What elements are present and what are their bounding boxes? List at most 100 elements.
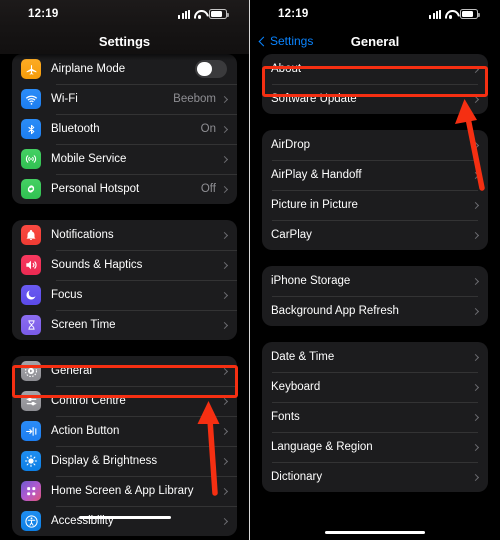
settings-row-label: General — [51, 365, 92, 377]
cellular-bars-icon — [178, 9, 190, 19]
chevron-right-icon — [220, 367, 229, 375]
chevron-right-icon — [220, 427, 229, 435]
settings-row-label: Bluetooth — [51, 123, 100, 135]
general-row-label: iPhone Storage — [271, 275, 351, 287]
general-row-date-time[interactable]: Date & Time — [262, 342, 488, 372]
settings-row-accessibility[interactable]: Accessibility — [12, 506, 237, 536]
general-row-software-update[interactable]: Software Update — [262, 84, 488, 114]
airplane-mode-toggle[interactable] — [195, 60, 227, 78]
settings-row-value: Off — [200, 183, 216, 195]
chevron-right-icon — [220, 291, 229, 299]
back-button-label: Settings — [270, 34, 314, 48]
settings-row-action-button[interactable]: Action Button — [12, 416, 237, 446]
settings-group-notifications: Notifications Sounds & Haptics Focus Scr… — [12, 220, 237, 340]
back-button-settings[interactable]: Settings — [258, 34, 314, 48]
settings-group-system: General Control Centre Action Button Dis… — [12, 356, 237, 536]
mobile-service-icon — [21, 149, 41, 169]
general-row-label: Keyboard — [271, 381, 321, 393]
settings-row-label: Home Screen & App Library — [51, 485, 194, 497]
general-row-iphone-storage[interactable]: iPhone Storage — [262, 266, 488, 296]
general-row-fonts[interactable]: Fonts — [262, 402, 488, 432]
settings-row-general[interactable]: General — [12, 356, 237, 386]
general-row-carplay[interactable]: CarPlay — [262, 220, 488, 250]
chevron-right-icon — [471, 95, 480, 103]
settings-row-screen-time[interactable]: Screen Time — [12, 310, 237, 340]
bluetooth-icon — [21, 119, 41, 139]
settings-row-value: Beebom — [173, 93, 216, 105]
chevron-right-icon — [471, 307, 480, 315]
general-group-localization: Date & Time Keyboard Fonts Language & Re… — [262, 342, 488, 492]
cellular-bars-icon — [429, 9, 441, 19]
status-bar-indicators — [178, 9, 229, 19]
wifi-icon — [445, 10, 456, 19]
chevron-right-icon — [471, 277, 480, 285]
general-group-storage: iPhone Storage Background App Refresh — [262, 266, 488, 326]
chevron-right-icon — [471, 473, 480, 481]
chevron-right-icon — [471, 413, 480, 421]
settings-row-home-screen[interactable]: Home Screen & App Library — [12, 476, 237, 506]
status-bar-left: 12:19 — [0, 0, 249, 28]
accessibility-icon — [21, 511, 41, 531]
general-row-label: Background App Refresh — [271, 305, 399, 317]
general-row-label: Date & Time — [271, 351, 335, 363]
settings-group-connectivity: Airplane Mode Wi-Fi Beebom Bluetooth On … — [12, 54, 237, 204]
chevron-right-icon — [471, 231, 480, 239]
settings-row-focus[interactable]: Focus — [12, 280, 237, 310]
display-brightness-icon — [21, 451, 41, 471]
general-row-keyboard[interactable]: Keyboard — [262, 372, 488, 402]
general-row-label: Dictionary — [271, 471, 323, 483]
settings-row-control-centre[interactable]: Control Centre — [12, 386, 237, 416]
battery-icon — [209, 9, 229, 19]
general-row-language-region[interactable]: Language & Region — [262, 432, 488, 462]
settings-row-label: Focus — [51, 289, 83, 301]
general-list: About Software Update AirDrop AirPlay & … — [250, 54, 500, 492]
general-row-label: About — [271, 63, 302, 75]
settings-row-notifications[interactable]: Notifications — [12, 220, 237, 250]
general-row-label: Fonts — [271, 411, 300, 423]
chevron-right-icon — [471, 201, 480, 209]
chevron-right-icon — [220, 125, 229, 133]
general-row-picture-in-picture[interactable]: Picture in Picture — [262, 190, 488, 220]
general-row-about[interactable]: About — [262, 54, 488, 84]
general-row-background-app-refresh[interactable]: Background App Refresh — [262, 296, 488, 326]
general-row-label: AirDrop — [271, 139, 310, 151]
settings-list: Airplane Mode Wi-Fi Beebom Bluetooth On … — [0, 54, 249, 536]
general-row-label: Picture in Picture — [271, 199, 358, 211]
settings-row-wifi[interactable]: Wi-Fi Beebom — [12, 84, 237, 114]
status-bar-time: 12:19 — [278, 8, 309, 20]
settings-row-airplane-mode[interactable]: Airplane Mode — [12, 54, 237, 84]
settings-row-label: Airplane Mode — [51, 63, 126, 75]
status-bar-indicators — [429, 9, 480, 19]
action-button-icon — [21, 421, 41, 441]
wifi-icon — [21, 89, 41, 109]
chevron-right-icon — [471, 383, 480, 391]
personal-hotspot-icon — [21, 179, 41, 199]
general-row-label: CarPlay — [271, 229, 312, 241]
settings-row-value: On — [200, 123, 216, 135]
chevron-right-icon — [220, 517, 229, 525]
settings-row-label: Personal Hotspot — [51, 183, 140, 195]
nav-bar-right: Settings General — [250, 28, 500, 54]
settings-row-display-brightness[interactable]: Display & Brightness — [12, 446, 237, 476]
general-row-dictionary[interactable]: Dictionary — [262, 462, 488, 492]
chevron-right-icon — [220, 261, 229, 269]
settings-row-mobile-service[interactable]: Mobile Service — [12, 144, 237, 174]
settings-row-label: Notifications — [51, 229, 114, 241]
settings-row-sounds-haptics[interactable]: Sounds & Haptics — [12, 250, 237, 280]
chevron-right-icon — [471, 443, 480, 451]
general-row-label: Language & Region — [271, 441, 373, 453]
wifi-icon — [194, 10, 205, 19]
settings-row-personal-hotspot[interactable]: Personal Hotspot Off — [12, 174, 237, 204]
chevron-left-icon — [258, 36, 269, 46]
chevron-right-icon — [220, 155, 229, 163]
general-row-airplay-handoff[interactable]: AirPlay & Handoff — [262, 160, 488, 190]
general-row-airdrop[interactable]: AirDrop — [262, 130, 488, 160]
settings-row-bluetooth[interactable]: Bluetooth On — [12, 114, 237, 144]
settings-row-label: Wi-Fi — [51, 93, 78, 105]
chevron-right-icon — [471, 353, 480, 361]
general-icon — [21, 361, 41, 381]
battery-icon — [460, 9, 480, 19]
general-group-about: About Software Update — [262, 54, 488, 114]
settings-row-label: Control Centre — [51, 395, 126, 407]
home-indicator-left — [78, 516, 171, 519]
